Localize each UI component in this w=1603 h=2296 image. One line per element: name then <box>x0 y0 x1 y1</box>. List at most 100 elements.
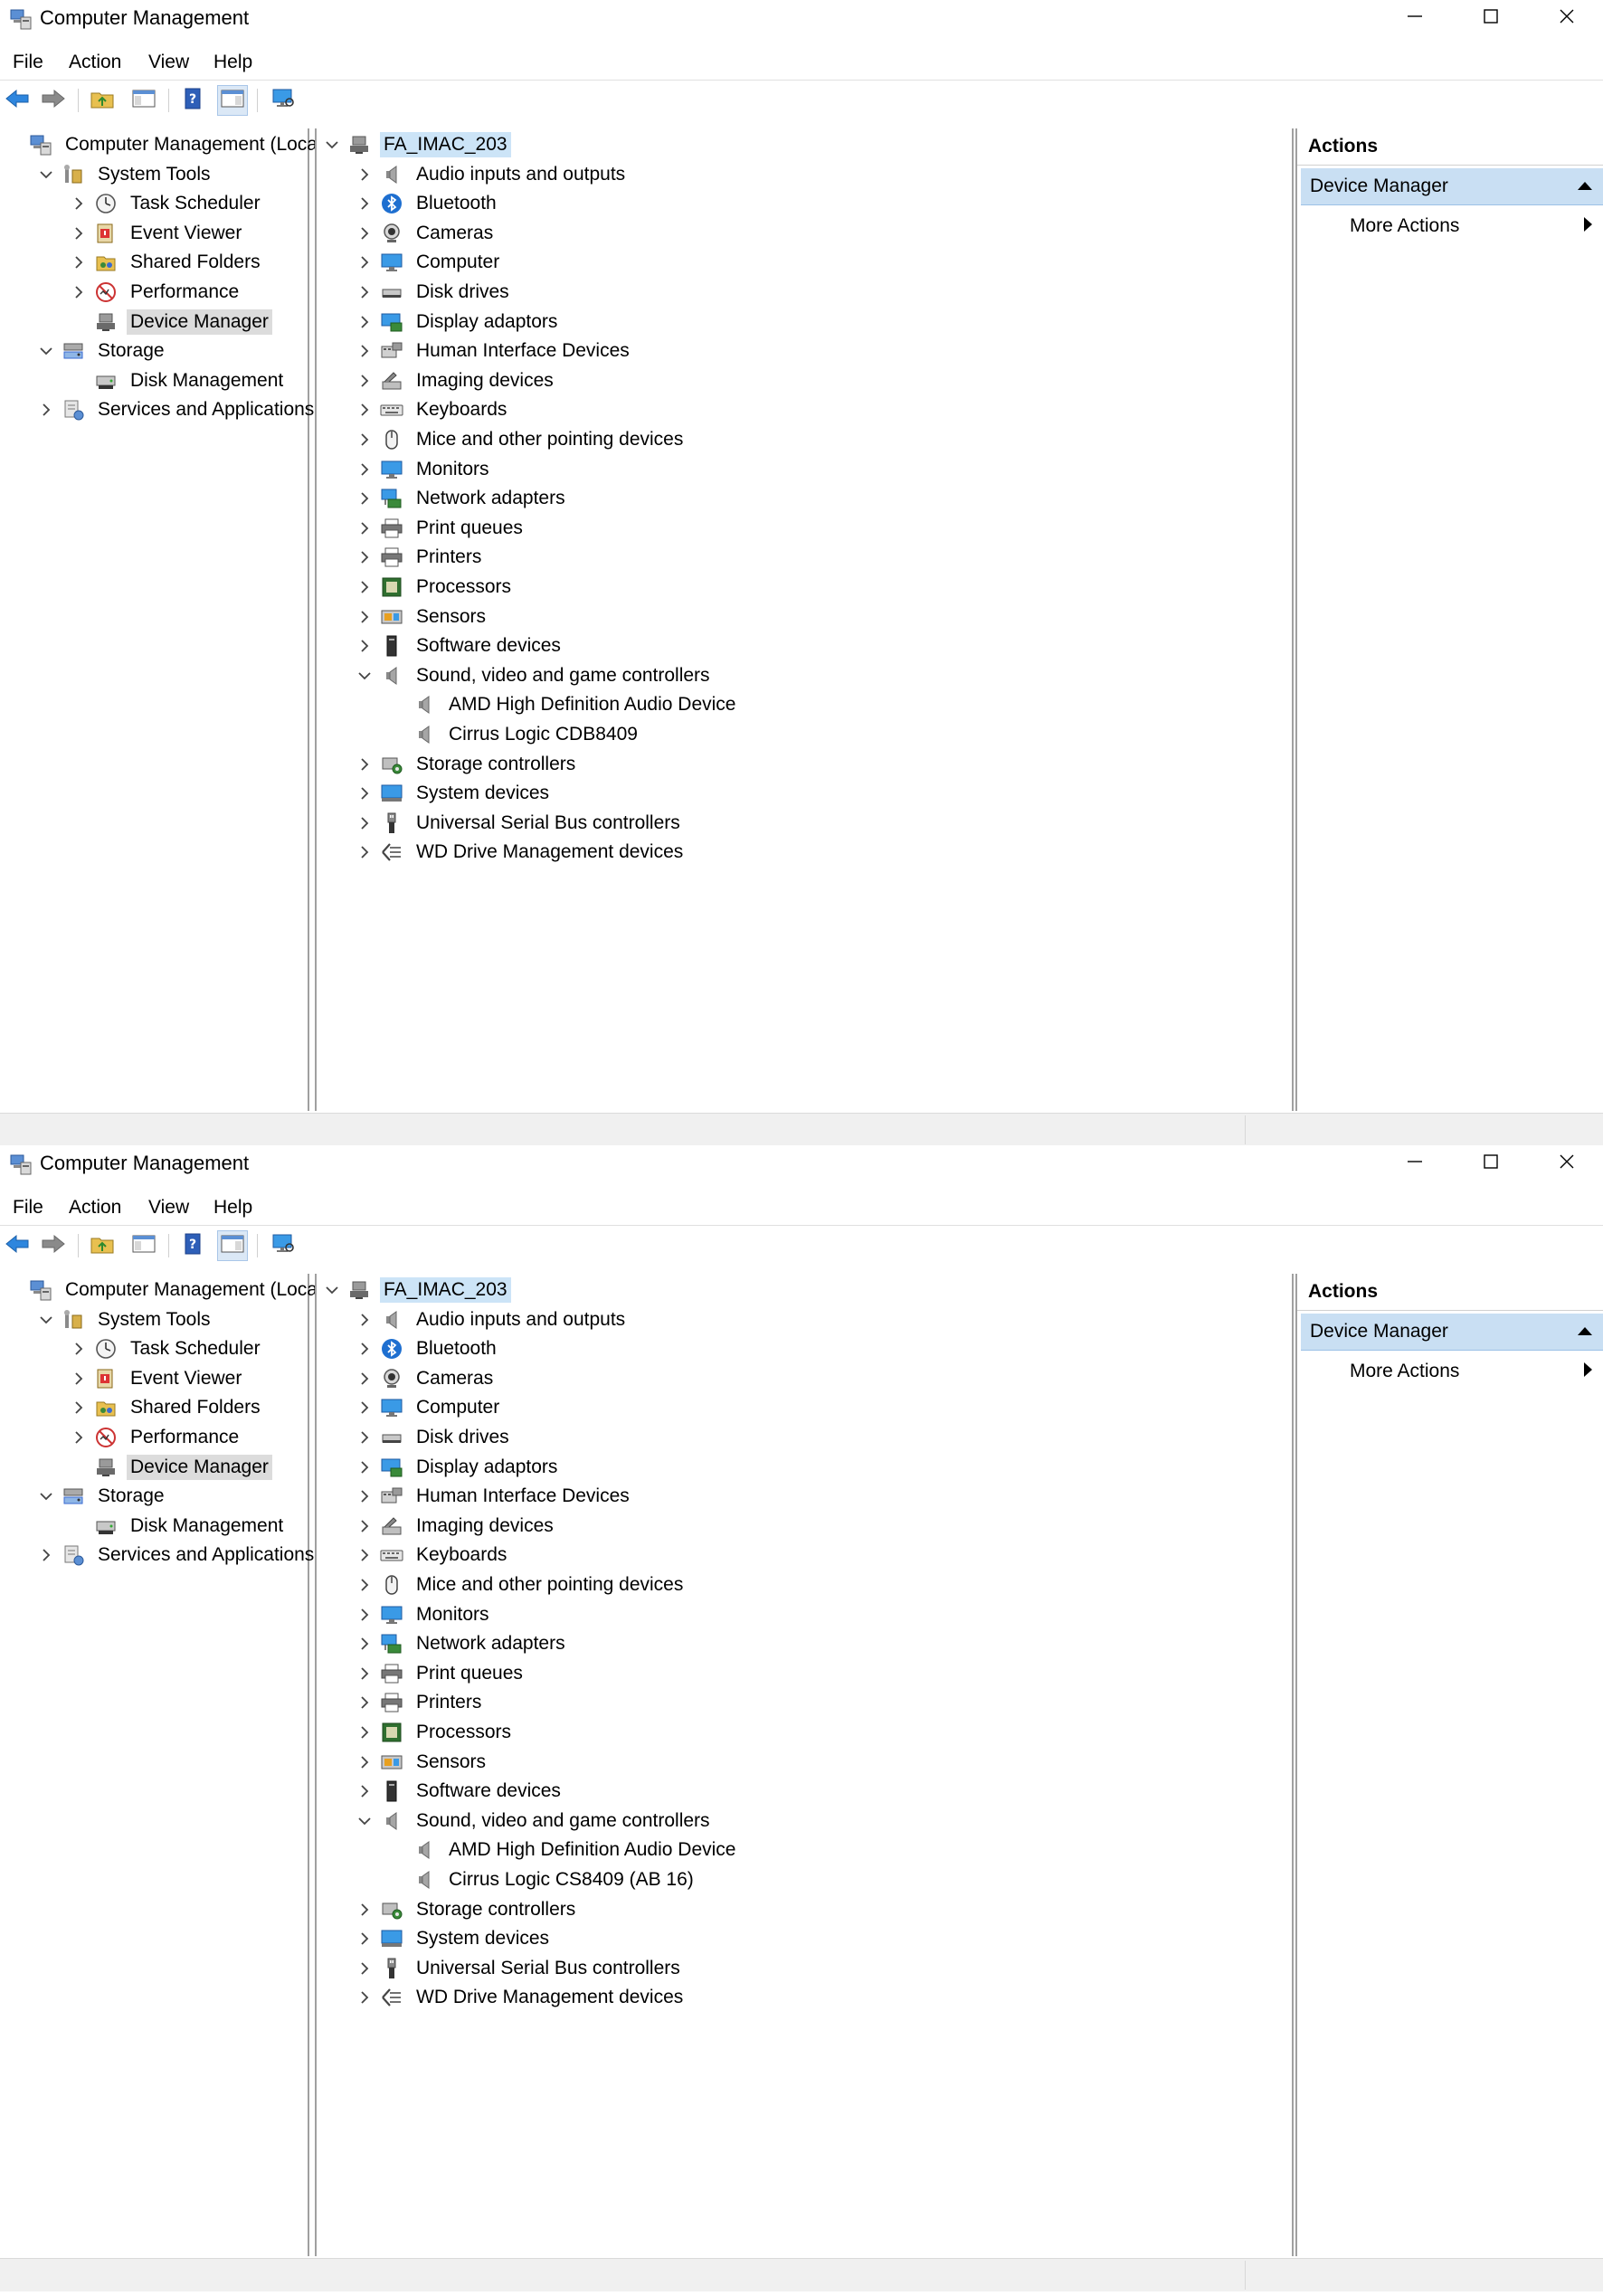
device-tree-item[interactable]: Cirrus Logic CS8409 (AB 16) <box>387 1865 697 1894</box>
expand-chevron-icon[interactable] <box>355 189 375 218</box>
expand-chevron-icon[interactable] <box>355 514 375 543</box>
nav-tree-item[interactable]: Task Scheduler <box>69 189 264 218</box>
device-tree-item[interactable]: Computer <box>355 1393 503 1422</box>
device-tree-item[interactable]: FA_IMAC_203 <box>322 1276 511 1305</box>
device-tree-item[interactable]: Bluetooth <box>355 1334 500 1363</box>
forward-arrow-button[interactable] <box>38 85 69 116</box>
nav-tree-item[interactable]: Disk Management <box>69 366 287 395</box>
device-tree-item[interactable]: System devices <box>355 779 553 808</box>
device-tree-item[interactable]: Network adapters <box>355 484 569 513</box>
nav-tree-item[interactable]: Shared Folders <box>69 1393 264 1422</box>
expand-chevron-icon[interactable] <box>355 1482 375 1511</box>
device-tree-item[interactable]: Disk drives <box>355 1423 513 1452</box>
device-tree-item[interactable]: Sound, video and game controllers <box>355 661 714 690</box>
expand-chevron-icon[interactable] <box>69 1393 89 1422</box>
nav-tree-item[interactable]: System Tools <box>36 1305 214 1334</box>
menu-help[interactable]: Help <box>213 51 252 74</box>
expand-chevron-icon[interactable] <box>69 278 89 307</box>
device-tree-item[interactable]: Storage controllers <box>355 750 579 779</box>
device-tree-item[interactable]: Imaging devices <box>355 1512 557 1541</box>
expand-chevron-icon[interactable] <box>355 484 375 513</box>
minimize-button[interactable] <box>1379 0 1451 36</box>
nav-tree-item[interactable]: Event Viewer <box>69 1364 245 1393</box>
nav-tree-item[interactable]: Event Viewer <box>69 219 245 248</box>
device-tree-item[interactable]: Monitors <box>355 455 493 484</box>
expand-chevron-icon[interactable] <box>355 809 375 838</box>
device-tree-item[interactable]: Universal Serial Bus controllers <box>355 809 684 838</box>
device-tree-item[interactable]: Print queues <box>355 1659 526 1688</box>
device-tree-item[interactable]: Disk drives <box>355 278 513 307</box>
expand-chevron-icon[interactable] <box>355 366 375 395</box>
maximize-button[interactable] <box>1455 0 1527 36</box>
device-tree-item[interactable]: Sound, video and game controllers <box>355 1807 714 1836</box>
expand-chevron-icon[interactable] <box>355 631 375 660</box>
expand-chevron-icon[interactable] <box>355 395 375 424</box>
nav-tree-item[interactable]: Computer Management (Local) <box>4 130 332 159</box>
expand-chevron-icon[interactable] <box>355 425 375 454</box>
device-tree-item[interactable]: Audio inputs and outputs <box>355 1305 629 1334</box>
expand-chevron-icon[interactable] <box>36 1541 56 1570</box>
collapse-chevron-icon[interactable] <box>36 1305 56 1334</box>
expand-chevron-icon[interactable] <box>355 1541 375 1570</box>
expand-chevron-icon[interactable] <box>355 1423 375 1452</box>
nav-tree-item[interactable]: Services and Applications <box>36 395 318 424</box>
expand-chevron-icon[interactable] <box>69 189 89 218</box>
scan-hardware-button[interactable] <box>268 1230 299 1261</box>
expand-chevron-icon[interactable] <box>355 1924 375 1953</box>
expand-chevron-icon[interactable] <box>69 248 89 277</box>
expand-chevron-icon[interactable] <box>355 1364 375 1393</box>
expand-chevron-icon[interactable] <box>355 1748 375 1777</box>
device-tree-item[interactable]: Universal Serial Bus controllers <box>355 1954 684 1983</box>
device-tree-item[interactable]: Printers <box>355 1688 485 1717</box>
device-tree-item[interactable]: WD Drive Management devices <box>355 838 687 867</box>
up-folder-button[interactable] <box>87 85 118 116</box>
device-tree-item[interactable]: Sensors <box>355 1748 489 1777</box>
expand-chevron-icon[interactable] <box>355 1570 375 1599</box>
menu-file[interactable]: File <box>13 1196 43 1219</box>
device-tree-item[interactable]: System devices <box>355 1924 553 1953</box>
close-button[interactable] <box>1531 1145 1603 1181</box>
device-tree-item[interactable]: Bluetooth <box>355 189 500 218</box>
nav-tree-item[interactable]: Computer Management (Local) <box>4 1276 332 1305</box>
expand-chevron-icon[interactable] <box>355 1983 375 2012</box>
expand-chevron-icon[interactable] <box>355 278 375 307</box>
expand-chevron-icon[interactable] <box>36 395 56 424</box>
collapse-chevron-icon[interactable] <box>36 160 56 189</box>
device-tree-item[interactable]: Keyboards <box>355 1541 510 1570</box>
device-tree-item[interactable]: Human Interface Devices <box>355 1482 633 1511</box>
collapse-chevron-icon[interactable] <box>355 1807 375 1836</box>
show-hide-tree-button[interactable] <box>128 85 159 116</box>
help-button[interactable]: ? <box>177 1230 208 1261</box>
expand-chevron-icon[interactable] <box>355 455 375 484</box>
nav-tree-item[interactable]: Shared Folders <box>69 248 264 277</box>
expand-chevron-icon[interactable] <box>355 1629 375 1658</box>
maximize-button[interactable] <box>1455 1145 1527 1181</box>
collapse-chevron-icon[interactable] <box>36 1482 56 1511</box>
device-tree-item[interactable]: AMD High Definition Audio Device <box>387 690 739 719</box>
device-tree-item[interactable]: Print queues <box>355 514 526 543</box>
nav-tree-item[interactable]: Performance <box>69 1423 242 1452</box>
expand-chevron-icon[interactable] <box>355 573 375 602</box>
device-tree-item[interactable]: Network adapters <box>355 1629 569 1658</box>
menu-view[interactable]: View <box>148 51 189 74</box>
device-tree-item[interactable]: Software devices <box>355 631 564 660</box>
expand-chevron-icon[interactable] <box>69 219 89 248</box>
expand-chevron-icon[interactable] <box>355 1659 375 1688</box>
device-tree-item[interactable]: Human Interface Devices <box>355 337 633 365</box>
device-tree-item[interactable]: Printers <box>355 543 485 572</box>
device-tree-item[interactable]: Keyboards <box>355 395 510 424</box>
expand-chevron-icon[interactable] <box>69 1364 89 1393</box>
expand-chevron-icon[interactable] <box>69 1423 89 1452</box>
close-button[interactable] <box>1531 0 1603 36</box>
expand-chevron-icon[interactable] <box>355 543 375 572</box>
nav-tree-item[interactable]: Disk Management <box>69 1512 287 1541</box>
nav-tree-item[interactable]: Task Scheduler <box>69 1334 264 1363</box>
device-tree-item[interactable]: Display adaptors <box>355 308 561 337</box>
menu-action[interactable]: Action <box>69 1196 121 1219</box>
nav-tree-item[interactable]: System Tools <box>36 160 214 189</box>
expand-chevron-icon[interactable] <box>355 1393 375 1422</box>
expand-chevron-icon[interactable] <box>355 219 375 248</box>
more-actions-link[interactable]: More Actions <box>1350 1361 1459 1382</box>
collapse-chevron-icon[interactable] <box>36 337 56 365</box>
device-tree-item[interactable]: Audio inputs and outputs <box>355 160 629 189</box>
